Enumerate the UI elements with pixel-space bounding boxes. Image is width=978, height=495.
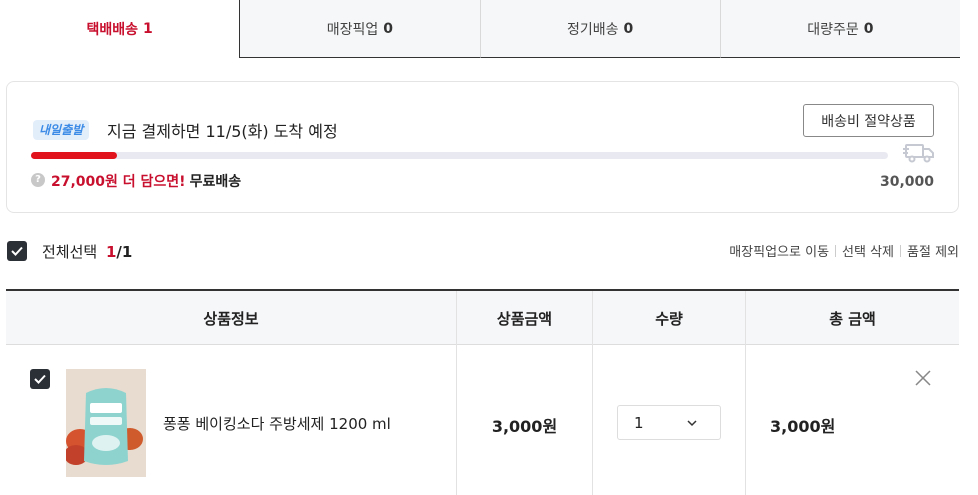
tab-label: 대량주문	[807, 21, 859, 38]
price-cell: 3,000원	[457, 345, 593, 495]
item-price: 3,000원	[491, 417, 558, 436]
shipping-saver-button[interactable]: 배송비 절약상품	[803, 104, 934, 137]
truck-icon	[903, 144, 934, 163]
free-shipping-label: 무료배송	[189, 174, 242, 190]
header-price: 상품금액	[457, 291, 593, 345]
product-image[interactable]	[66, 369, 146, 477]
selected-current: 1	[105, 243, 117, 261]
delivery-tabs: 택배배송 1 매장픽업 0 정기배송 0 대량주문 0	[0, 0, 960, 58]
tab-count: 0	[863, 20, 874, 37]
delivery-info-box: 내일출발 지금 결제하면 11/5(화) 도착 예정 배송비 절약상품 ? 27…	[6, 81, 959, 213]
chevron-down-icon	[687, 420, 697, 427]
progress-fill	[31, 152, 117, 159]
total-cell: 3,000원	[746, 345, 959, 495]
quantity-select[interactable]: 1	[617, 405, 721, 440]
cart-table-header: 상품정보 상품금액 수량 총 금액	[6, 289, 959, 345]
item-total: 3,000원	[770, 417, 836, 436]
select-all-row: 전체선택 1/1 매장픽업으로 이동 선택 삭제 품절 제외	[6, 238, 959, 264]
product-image-art	[66, 369, 146, 477]
delete-selected-link[interactable]: 선택 삭제	[842, 241, 894, 260]
tab-count: 1	[143, 21, 153, 37]
item-checkbox[interactable]	[30, 369, 50, 389]
select-all-label[interactable]: 전체선택 1/1	[42, 241, 132, 262]
remaining-text: 27,000원 더 담으면!	[51, 174, 186, 190]
tab-parcel[interactable]: 택배배송 1	[0, 0, 241, 58]
tab-label: 매장픽업	[326, 21, 379, 38]
product-name[interactable]: 퐁퐁 베이킹소다 주방세제 1200 ml	[163, 413, 391, 434]
header-quantity: 수량	[593, 291, 746, 345]
header-total: 총 금액	[829, 309, 876, 328]
divider	[900, 244, 902, 257]
tab-bulk-order[interactable]: 대량주문 0	[719, 0, 960, 58]
header-product-info: 상품정보	[6, 291, 457, 345]
help-icon[interactable]: ?	[31, 173, 45, 187]
check-icon	[11, 246, 23, 256]
check-icon	[34, 374, 46, 384]
eta-text: 지금 결제하면 11/5(화) 도착 예정	[107, 122, 338, 141]
divider	[835, 244, 837, 257]
move-to-pickup-link[interactable]: 매장픽업으로 이동	[729, 241, 829, 260]
free-shipping-progress	[31, 152, 888, 159]
select-all-text: 전체선택	[42, 243, 98, 261]
remaining-amount: 27,000원 더 담으면! 무료배송	[51, 171, 241, 191]
close-icon[interactable]	[914, 369, 932, 387]
selected-count: 1/1	[106, 243, 132, 261]
select-all-checkbox[interactable]	[7, 241, 27, 261]
product-info-cell: 퐁퐁 베이킹소다 주방세제 1200 ml	[6, 345, 457, 495]
quantity-value: 1	[634, 413, 644, 432]
selected-total: /1	[116, 243, 133, 261]
tab-label: 택배배송	[86, 22, 139, 38]
exclude-soldout-link[interactable]: 품절 제외	[907, 241, 959, 260]
next-day-badge: 내일출발	[33, 120, 90, 140]
table-row: 퐁퐁 베이킹소다 주방세제 1200 ml 3,000원 1 3,000원	[6, 345, 959, 495]
tab-subscription[interactable]: 정기배송 0	[479, 0, 720, 58]
tab-label: 정기배송	[566, 21, 619, 38]
free-shipping-threshold: 30,000	[879, 174, 934, 190]
tab-store-pickup[interactable]: 매장픽업 0	[240, 0, 480, 58]
selection-actions: 매장픽업으로 이동 선택 삭제 품절 제외	[729, 241, 959, 260]
tab-count: 0	[383, 20, 394, 37]
tab-count: 0	[623, 20, 634, 37]
quantity-cell: 1	[593, 345, 746, 495]
